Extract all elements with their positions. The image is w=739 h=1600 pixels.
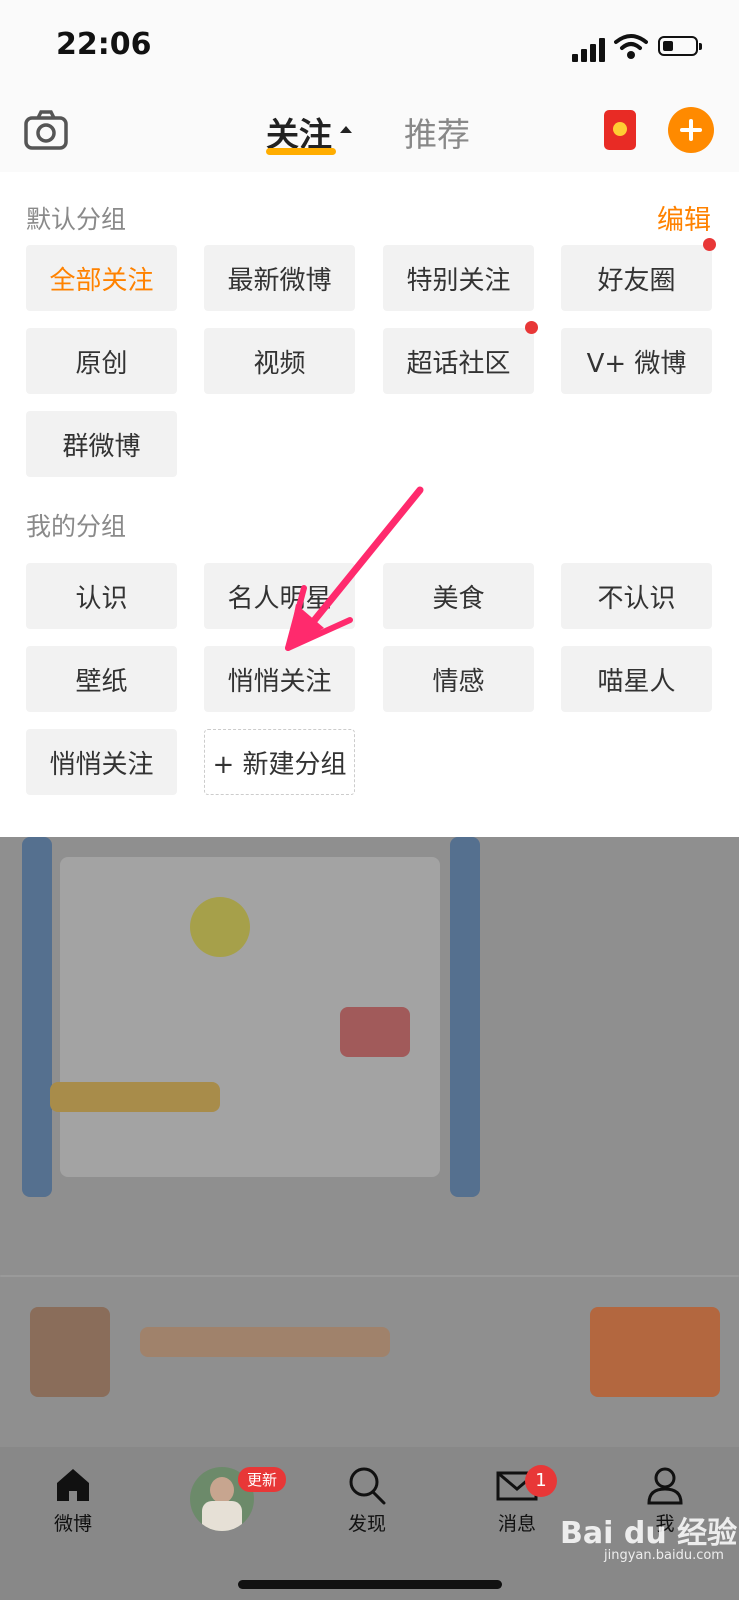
update-badge: 更新 [238,1467,287,1492]
group-chip[interactable]: 悄悄关注 [26,729,177,795]
search-icon [349,1467,386,1505]
group-chip[interactable]: 名人明星 [204,563,355,629]
tab-active-indicator [266,148,336,155]
group-chip[interactable]: V+ 微博 [561,328,712,394]
status-time: 22:06 [56,27,152,62]
blurred-thumbnail [30,1307,110,1397]
group-chip[interactable]: 全部关注 [26,245,177,311]
group-chip[interactable]: 特别关注 [383,245,534,311]
bottom-tab-bar: 微博 更新 发现 消息 1 我 Bai du 经验 jingyan.baidu.… [0,1447,739,1600]
message-count-badge: 1 [525,1465,557,1497]
my-group-title: 我的分组 [26,512,127,541]
red-packet-icon[interactable] [604,110,636,150]
group-chip[interactable]: 最新微博 [204,245,355,311]
default-group-title: 默认分组 [26,205,127,234]
edit-button[interactable]: 编辑 [657,198,711,237]
group-panel: 默认分组 编辑 全部关注 最新微博 特别关注 好友圈 原创 视频 超话社区 V+… [0,172,739,837]
tab-discover-label: 发现 [347,1513,386,1535]
group-chip[interactable]: 美食 [383,563,534,629]
blurred-thumbnail [590,1307,720,1397]
new-group-button[interactable]: + 新建分组 [204,729,355,795]
group-chip[interactable]: 超话社区 [383,328,534,394]
battery-icon [658,36,702,56]
group-chip[interactable]: 视频 [204,328,355,394]
blurred-divider [0,1275,739,1277]
new-dot [525,321,538,334]
blurred-shape [50,1082,220,1112]
status-bar: 22:06 [0,0,739,90]
group-chip[interactable]: 悄悄关注 [204,646,355,712]
watermark-brand: Bai du 经验 [560,1516,738,1551]
group-chip[interactable]: 认识 [26,563,177,629]
tab-recommend[interactable]: 推荐 [404,108,470,156]
blurred-shape [190,897,250,957]
user-icon [647,1467,683,1505]
tab-discover[interactable]: 发现 [322,1465,412,1536]
blurred-text [140,1327,390,1357]
home-indicator[interactable] [238,1580,502,1589]
blurred-shape [340,1007,410,1057]
group-chip[interactable]: 壁纸 [26,646,177,712]
wifi-icon [614,34,648,59]
tab-home[interactable]: 微博 [28,1465,118,1536]
group-chip[interactable]: 不认识 [561,563,712,629]
cellular-signal-icon [572,38,608,62]
tab-messages-label: 消息 [497,1513,536,1535]
tab-home-label: 微博 [53,1513,92,1535]
blurred-image-border [22,837,52,1197]
caret-up-icon[interactable] [340,126,352,133]
group-chip[interactable]: 原创 [26,328,177,394]
group-chip[interactable]: 喵星人 [561,646,712,712]
watermark-url: jingyan.baidu.com [604,1548,724,1563]
group-chip[interactable]: 情感 [383,646,534,712]
home-icon [57,1469,89,1501]
group-chip[interactable]: 群微博 [26,411,177,477]
compose-button[interactable] [668,107,714,153]
new-dot [703,238,716,251]
blurred-image-border [450,837,480,1197]
group-chip[interactable]: 好友圈 [561,245,712,311]
dimmed-feed-overlay[interactable] [0,837,739,1447]
camera-icon[interactable] [24,110,68,150]
top-header: 关注 推荐 [0,90,739,173]
